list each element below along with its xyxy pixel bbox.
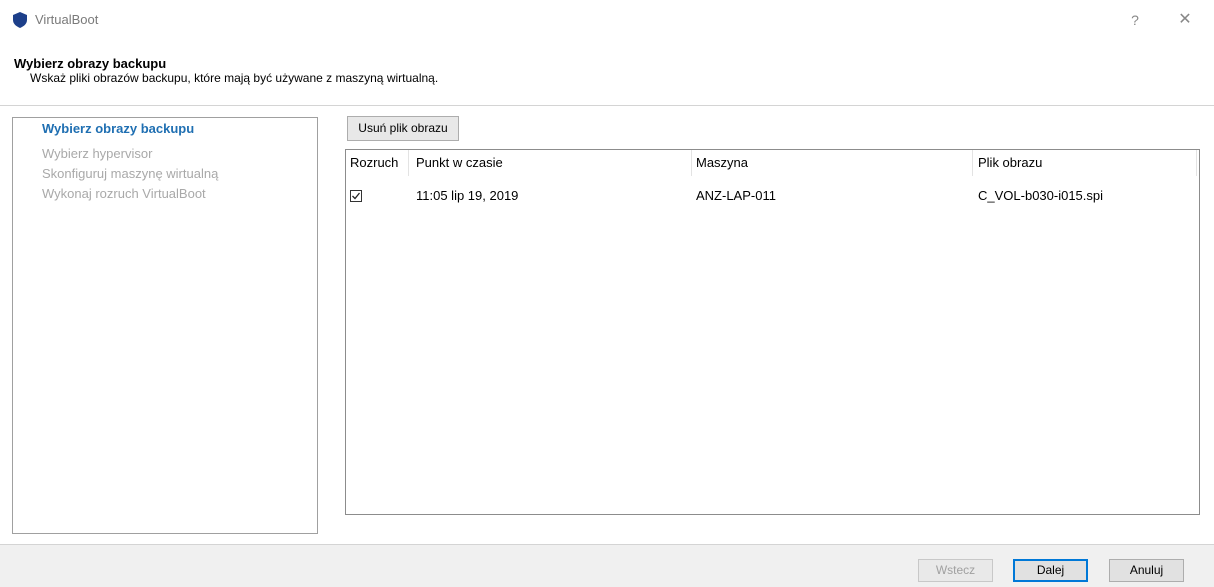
close-button[interactable]: ✕ [1170,9,1200,31]
shield-icon [13,12,27,28]
image-file-cell: C_VOL-b030-i015.spi [978,188,1104,203]
machine-cell: ANZ-LAP-011 [696,188,776,203]
column-divider [408,150,409,176]
step-configure-vm: Skonfiguruj maszynę wirtualną [42,166,219,181]
column-divider [972,150,973,176]
table-header: Rozruch Punkt w czasie Maszyna Plik obra… [346,150,1199,176]
boot-checkbox[interactable] [350,190,362,202]
step-select-hypervisor: Wybierz hypervisor [42,146,153,161]
column-divider [1196,150,1197,176]
remove-image-file-button[interactable]: Usuń plik obrazu [347,116,459,141]
wizard-footer: Wstecz Dalej Anuluj [0,545,1214,587]
header-divider [0,105,1214,106]
window-title: VirtualBoot [35,12,99,27]
table-row[interactable]: 11:05 lip 19, 2019 ANZ-LAP-011 C_VOL-b03… [346,184,1199,208]
page-title: Wybierz obrazy backupu [14,56,167,71]
help-button[interactable]: ? [1120,9,1150,31]
back-button[interactable]: Wstecz [918,559,993,582]
step-select-backup-images: Wybierz obrazy backupu [42,121,195,136]
wizard-steps-panel: Wybierz obrazy backupu Wybierz hyperviso… [12,117,318,534]
backup-images-table[interactable]: Rozruch Punkt w czasie Maszyna Plik obra… [345,149,1200,515]
column-header-boot[interactable]: Rozruch [350,150,398,176]
column-divider [691,150,692,176]
column-header-point-in-time[interactable]: Punkt w czasie [416,150,503,176]
column-header-image-file[interactable]: Plik obrazu [978,150,1042,176]
cancel-button[interactable]: Anuluj [1109,559,1184,582]
title-bar: VirtualBoot ? ✕ [0,0,1214,42]
next-button[interactable]: Dalej [1013,559,1088,582]
point-in-time-cell: 11:05 lip 19, 2019 [416,188,519,203]
check-icon [352,192,361,200]
step-boot-virtualboot: Wykonaj rozruch VirtualBoot [42,186,206,201]
column-header-machine[interactable]: Maszyna [696,150,748,176]
page-subtitle: Wskaż pliki obrazów backupu, które mają … [30,71,439,85]
wizard-header: Wybierz obrazy backupu Wskaż pliki obraz… [0,44,1214,104]
